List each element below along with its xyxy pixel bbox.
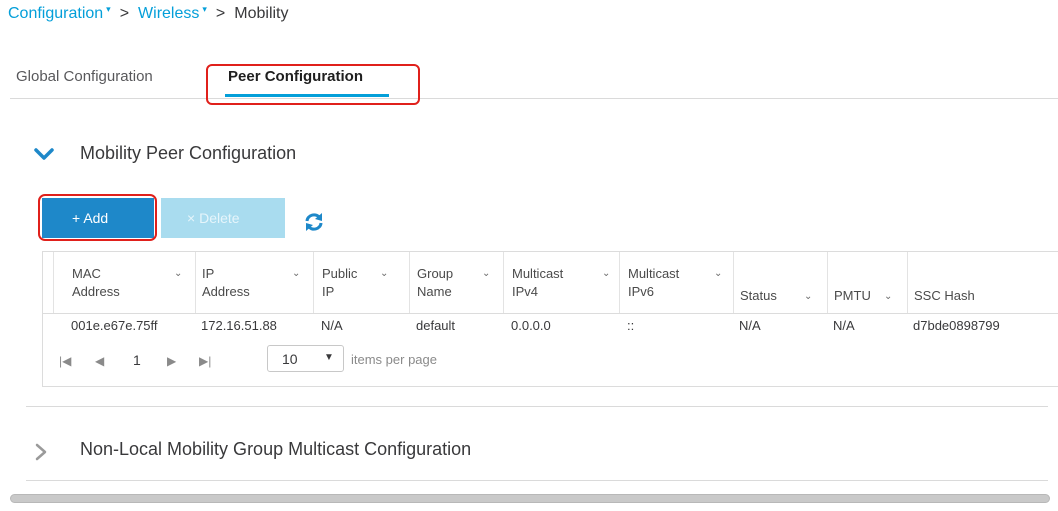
column-header-ip-address[interactable]: IP Address ⌄ <box>195 252 313 313</box>
delete-button[interactable]: × Delete <box>161 198 285 238</box>
delete-button-label: Delete <box>199 210 240 226</box>
breadcrumb-label: Wireless <box>138 5 200 22</box>
column-header-label: Address <box>202 284 250 299</box>
column-header-mac-address[interactable]: MAC Address ⌄ <box>53 252 195 313</box>
divider <box>26 406 1048 407</box>
column-header-label: PMTU <box>834 288 871 303</box>
cell-mac-address: 001e.e67e.75ff <box>71 318 158 333</box>
cell-pmtu: N/A <box>833 318 855 333</box>
column-header-label: Multicast <box>512 266 564 281</box>
next-page-icon[interactable]: ▶ <box>167 354 176 368</box>
cell-ssc-hash: d7bde0898799 <box>913 318 1000 333</box>
column-header-ssc-hash[interactable]: SSC Hash <box>907 252 1058 313</box>
cell-status: N/A <box>739 318 761 333</box>
column-header-group-name[interactable]: Group Name ⌄ <box>409 252 503 313</box>
highlight-box <box>206 64 420 105</box>
column-header-label: Name <box>417 284 452 299</box>
previous-page-icon[interactable]: ◀ <box>95 354 104 368</box>
breadcrumb-label: Configuration <box>8 5 104 22</box>
items-per-page-label: items per page <box>351 352 437 367</box>
chevron-down-icon[interactable]: ⌄ <box>174 265 182 282</box>
column-spacer <box>43 252 53 313</box>
breadcrumb: Configuration ▾ > Wireless ▾ > Mobility <box>8 4 289 23</box>
cell-ip-address: 172.16.51.88 <box>201 318 277 333</box>
caret-down-icon: ▼ <box>324 352 334 363</box>
divider <box>26 480 1048 481</box>
section-title: Mobility Peer Configuration <box>80 143 297 163</box>
cell-public-ip: N/A <box>321 318 343 333</box>
column-header-label: Group <box>417 266 454 281</box>
breadcrumb-configuration[interactable]: Configuration ▾ <box>8 4 111 22</box>
table-row[interactable]: 001e.e67e.75ff 172.16.51.88 N/A default … <box>43 313 1058 338</box>
tab-global-configuration[interactable]: Global Configuration <box>16 68 153 85</box>
highlight-box <box>38 194 157 241</box>
column-header-label: Public <box>322 266 358 281</box>
tab-bar: Global Configuration Peer Configuration <box>10 64 1058 105</box>
breadcrumb-wireless[interactable]: Wireless ▾ <box>138 4 207 22</box>
first-page-icon[interactable]: |◀ <box>59 354 71 368</box>
column-header-label: IP <box>322 284 335 299</box>
chevron-down-icon <box>34 148 54 160</box>
column-header-status[interactable]: Status ⌄ <box>733 252 827 313</box>
caret-down-icon: ▾ <box>106 4 111 14</box>
cell-group-name: default <box>416 318 456 333</box>
chevron-down-icon[interactable]: ⌄ <box>602 265 610 282</box>
pagination: |◀ ◀ 1 ▶ ▶| 10 ▼ items per page <box>43 338 1058 386</box>
column-header-pmtu[interactable]: PMTU ⌄ <box>827 252 907 313</box>
horizontal-scrollbar[interactable] <box>10 494 1050 503</box>
section-title: Non-Local Mobility Group Multicast Confi… <box>80 439 472 459</box>
cell-multicast-ipv6: :: <box>627 318 635 333</box>
column-header-label: MAC <box>72 266 101 281</box>
column-header-label: Address <box>72 284 120 299</box>
table-header-row: MAC Address ⌄ IP Address ⌄ Public IP ⌄ G… <box>43 252 1058 314</box>
mobility-peer-table: MAC Address ⌄ IP Address ⌄ Public IP ⌄ G… <box>42 251 1058 387</box>
breadcrumb-separator: > <box>215 5 226 22</box>
items-per-page-value: 10 <box>282 351 298 367</box>
breadcrumb-current: Mobility <box>234 5 289 22</box>
last-page-icon[interactable]: ▶| <box>199 354 211 368</box>
chevron-down-icon[interactable]: ⌄ <box>380 265 388 282</box>
column-header-label: IPv6 <box>628 284 655 299</box>
chevron-down-icon[interactable]: ⌄ <box>804 288 812 305</box>
column-header-label: Status <box>740 288 777 303</box>
chevron-down-icon[interactable]: ⌄ <box>482 265 490 282</box>
refresh-icon[interactable] <box>303 212 325 232</box>
column-header-multicast-ipv6[interactable]: Multicast IPv6 ⌄ <box>619 252 733 313</box>
column-header-label: IP <box>202 266 215 281</box>
chevron-down-icon[interactable]: ⌄ <box>714 265 722 282</box>
current-page: 1 <box>133 352 141 368</box>
items-per-page-select[interactable]: 10 ▼ <box>267 345 344 372</box>
column-header-label: IPv4 <box>512 284 539 299</box>
chevron-down-icon[interactable]: ⌄ <box>292 265 300 282</box>
close-icon: × <box>187 210 196 226</box>
chevron-down-icon[interactable]: ⌄ <box>884 288 892 305</box>
column-header-label: Multicast <box>628 266 680 281</box>
breadcrumb-separator: > <box>119 5 130 22</box>
column-header-label: SSC Hash <box>914 288 975 303</box>
cell-multicast-ipv4: 0.0.0.0 <box>511 318 551 333</box>
chevron-right-icon <box>35 443 47 461</box>
column-header-multicast-ipv4[interactable]: Multicast IPv4 ⌄ <box>503 252 619 313</box>
column-header-public-ip[interactable]: Public IP ⌄ <box>313 252 409 313</box>
caret-down-icon: ▾ <box>202 4 207 14</box>
